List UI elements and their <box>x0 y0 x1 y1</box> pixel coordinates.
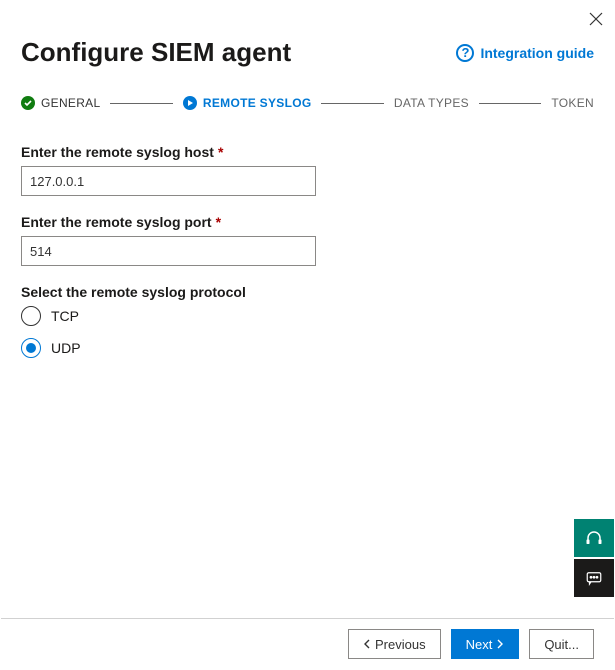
host-label: Enter the remote syslog host * <box>21 144 594 160</box>
port-input[interactable] <box>21 236 316 266</box>
quit-button-label: Quit... <box>544 637 579 652</box>
next-button[interactable]: Next <box>451 629 520 659</box>
protocol-tcp-radio[interactable]: TCP <box>21 306 594 326</box>
protocol-label: Select the remote syslog protocol <box>21 284 594 300</box>
integration-guide-link[interactable]: ? Integration guide <box>456 44 594 62</box>
step-general-label: GENERAL <box>41 96 100 110</box>
chat-tab[interactable] <box>574 559 614 597</box>
protocol-udp-label: UDP <box>51 340 81 356</box>
step-remote-syslog-label: REMOTE SYSLOG <box>203 96 312 110</box>
step-divider <box>479 103 541 104</box>
step-token-label: TOKEN <box>551 96 594 110</box>
chat-icon <box>585 569 603 587</box>
wizard-footer: Previous Next Quit... <box>1 618 614 669</box>
protocol-udp-radio[interactable]: UDP <box>21 338 594 358</box>
host-input[interactable] <box>21 166 316 196</box>
chevron-right-icon <box>496 639 504 649</box>
step-divider <box>321 103 383 104</box>
port-label-text: Enter the remote syslog port <box>21 214 212 230</box>
required-asterisk-icon: * <box>216 214 221 230</box>
radio-icon <box>21 338 41 358</box>
protocol-tcp-label: TCP <box>51 308 79 324</box>
required-asterisk-icon: * <box>218 144 223 160</box>
step-data-types: DATA TYPES <box>394 96 469 110</box>
next-button-label: Next <box>466 637 493 652</box>
radio-icon <box>21 306 41 326</box>
quit-button[interactable]: Quit... <box>529 629 594 659</box>
dialog-title: Configure SIEM agent <box>21 37 291 68</box>
feedback-tab[interactable] <box>574 519 614 557</box>
close-button[interactable] <box>584 7 608 31</box>
step-general: GENERAL <box>21 96 100 110</box>
port-label: Enter the remote syslog port * <box>21 214 594 230</box>
host-label-text: Enter the remote syslog host <box>21 144 214 160</box>
previous-button[interactable]: Previous <box>348 629 441 659</box>
step-token: TOKEN <box>551 96 594 110</box>
step-remote-syslog: REMOTE SYSLOG <box>183 96 312 110</box>
protocol-label-text: Select the remote syslog protocol <box>21 284 246 300</box>
previous-button-label: Previous <box>375 637 426 652</box>
chevron-left-icon <box>363 639 371 649</box>
check-icon <box>21 96 35 110</box>
step-data-types-label: DATA TYPES <box>394 96 469 110</box>
step-divider <box>110 103 172 104</box>
help-icon: ? <box>456 44 474 62</box>
play-icon <box>183 96 197 110</box>
wizard-stepper: GENERAL REMOTE SYSLOG DATA TYPES TOKEN <box>21 96 594 110</box>
integration-guide-label: Integration guide <box>480 45 594 61</box>
headset-icon <box>585 529 603 547</box>
